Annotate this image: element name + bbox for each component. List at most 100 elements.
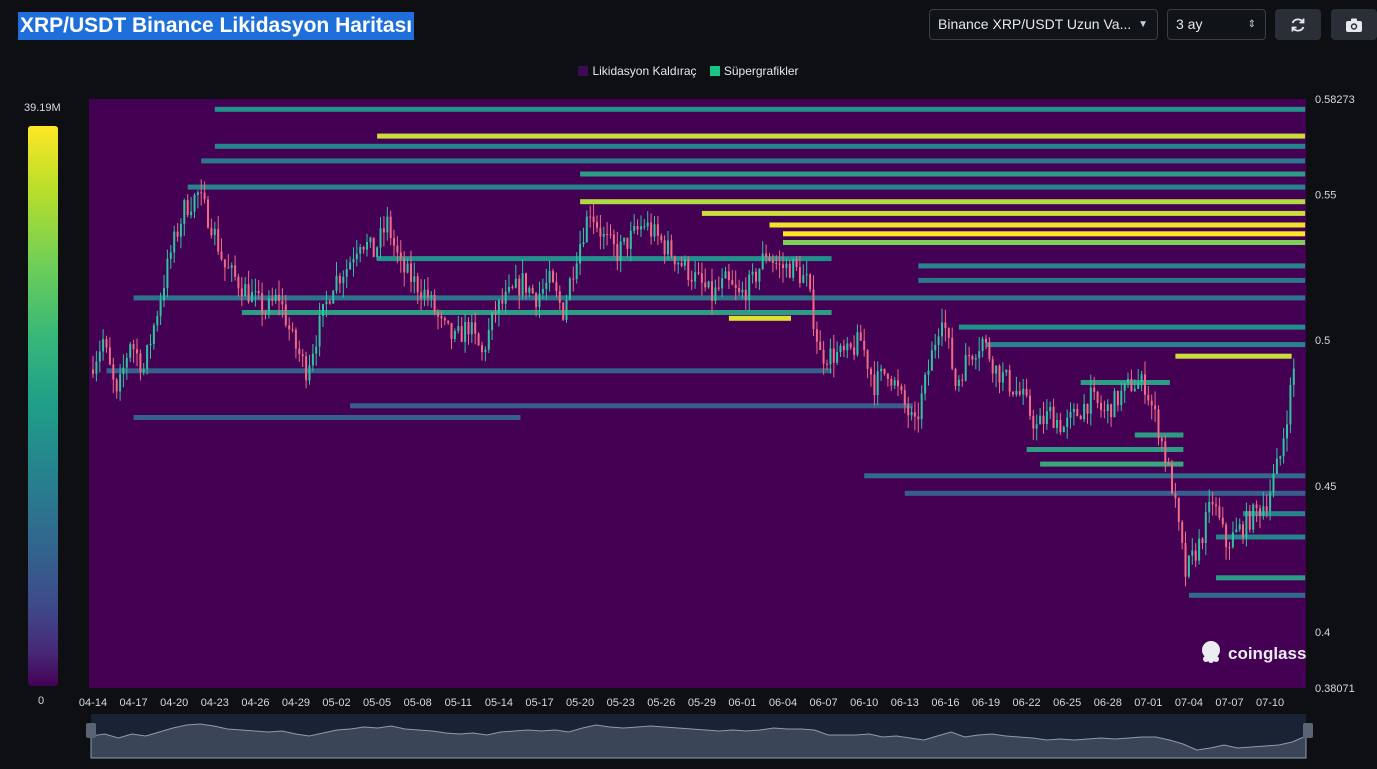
candle-body	[585, 216, 588, 243]
candle-body	[711, 281, 713, 301]
candle-body	[1120, 390, 1123, 406]
x-tick-label: 04-23	[201, 697, 229, 709]
candle-body	[196, 192, 199, 195]
candle-body	[142, 369, 145, 373]
candle-body	[369, 237, 372, 243]
candle-body	[1137, 382, 1140, 389]
candle-body	[396, 245, 399, 253]
candle-body	[690, 279, 693, 282]
candle-body	[785, 263, 788, 269]
candle-body	[819, 341, 822, 350]
candle-body	[366, 242, 368, 250]
candle-body	[1177, 498, 1180, 522]
candle-body	[1242, 524, 1244, 538]
candle-body	[1228, 547, 1231, 549]
candle-body	[680, 262, 683, 266]
candle-body	[1198, 538, 1201, 561]
candle-body	[352, 259, 355, 263]
candle-body	[1272, 473, 1275, 493]
navigator-right-handle[interactable]	[1303, 723, 1313, 738]
x-tick-label: 06-22	[1013, 697, 1041, 709]
candle-body	[460, 326, 463, 342]
candle-body	[1225, 524, 1228, 548]
candle-body	[717, 287, 720, 289]
candle-body	[761, 253, 764, 269]
candle-body	[829, 348, 832, 365]
candle-body	[1066, 417, 1069, 427]
candle-body	[440, 316, 443, 319]
candle-body	[186, 200, 189, 216]
liquidation-band	[918, 277, 1306, 283]
x-tick-label: 05-17	[525, 697, 553, 709]
candle-body	[609, 234, 612, 236]
candle-body	[876, 371, 879, 396]
candle-body	[673, 256, 676, 265]
candle-body	[849, 343, 852, 348]
candle-body	[755, 271, 757, 282]
candle-body	[308, 365, 311, 381]
candle-body	[687, 259, 690, 280]
candle-body	[1208, 501, 1211, 513]
x-tick-label: 05-11	[445, 697, 472, 709]
candle-body	[531, 287, 534, 294]
candle-body	[372, 237, 375, 258]
navigator-left-handle[interactable]	[86, 723, 96, 738]
candle-body	[1022, 388, 1025, 395]
candle-body	[582, 242, 585, 245]
candle-body	[656, 224, 659, 236]
liquidation-band	[783, 231, 1306, 237]
x-tick-label: 05-29	[688, 697, 716, 709]
candle-body	[768, 257, 771, 261]
candle-body	[697, 272, 700, 274]
candle-body	[744, 289, 747, 301]
candle-body	[978, 351, 981, 359]
range-navigator[interactable]	[86, 714, 1313, 759]
candle-body	[1015, 391, 1018, 395]
candle-body	[125, 357, 128, 368]
candle-body	[257, 291, 260, 294]
candle-body	[748, 274, 751, 301]
candle-body	[179, 223, 182, 237]
candle-body	[318, 315, 321, 347]
candle-body	[758, 268, 761, 282]
candle-body	[954, 368, 957, 386]
candle-body	[1001, 372, 1004, 383]
liquidation-band	[214, 106, 1306, 112]
x-tick-label: 05-20	[566, 697, 594, 709]
candle-body	[376, 247, 379, 258]
candle-body	[1255, 504, 1258, 509]
candle-body	[132, 344, 135, 350]
candle-body	[805, 274, 808, 276]
candle-body	[1049, 406, 1052, 412]
candle-body	[1194, 550, 1197, 561]
candle-body	[650, 222, 653, 237]
candle-body	[169, 252, 172, 259]
candle-body	[788, 263, 791, 278]
candle-body	[842, 345, 845, 351]
candle-body	[355, 253, 358, 260]
liquidation-band	[986, 342, 1306, 348]
candle-body	[920, 393, 923, 420]
candle-body	[254, 291, 257, 293]
candle-body	[903, 390, 906, 405]
candle-body	[511, 287, 514, 288]
candle-body	[765, 253, 768, 258]
candle-body	[1286, 424, 1288, 439]
candle-body	[108, 347, 111, 365]
candle-body	[1262, 506, 1265, 516]
candle-body	[900, 386, 903, 391]
candle-body	[815, 329, 818, 342]
liquidation-band	[133, 295, 1306, 301]
candle-body	[1083, 404, 1086, 420]
candle-body	[548, 271, 551, 283]
x-tick-label: 07-04	[1175, 697, 1203, 709]
candle-body	[274, 294, 277, 301]
x-tick-label: 04-14	[79, 697, 107, 709]
candle-body	[964, 355, 967, 381]
x-axis-ticks: 04-14 04-17 04-20 04-23 04-26 04-29 05-02 05-05…	[79, 697, 1284, 709]
candle-body	[826, 363, 828, 365]
liquidation-band	[1216, 575, 1306, 581]
candle-body	[822, 349, 825, 364]
candle-body	[470, 322, 473, 335]
candle-body	[636, 226, 639, 230]
